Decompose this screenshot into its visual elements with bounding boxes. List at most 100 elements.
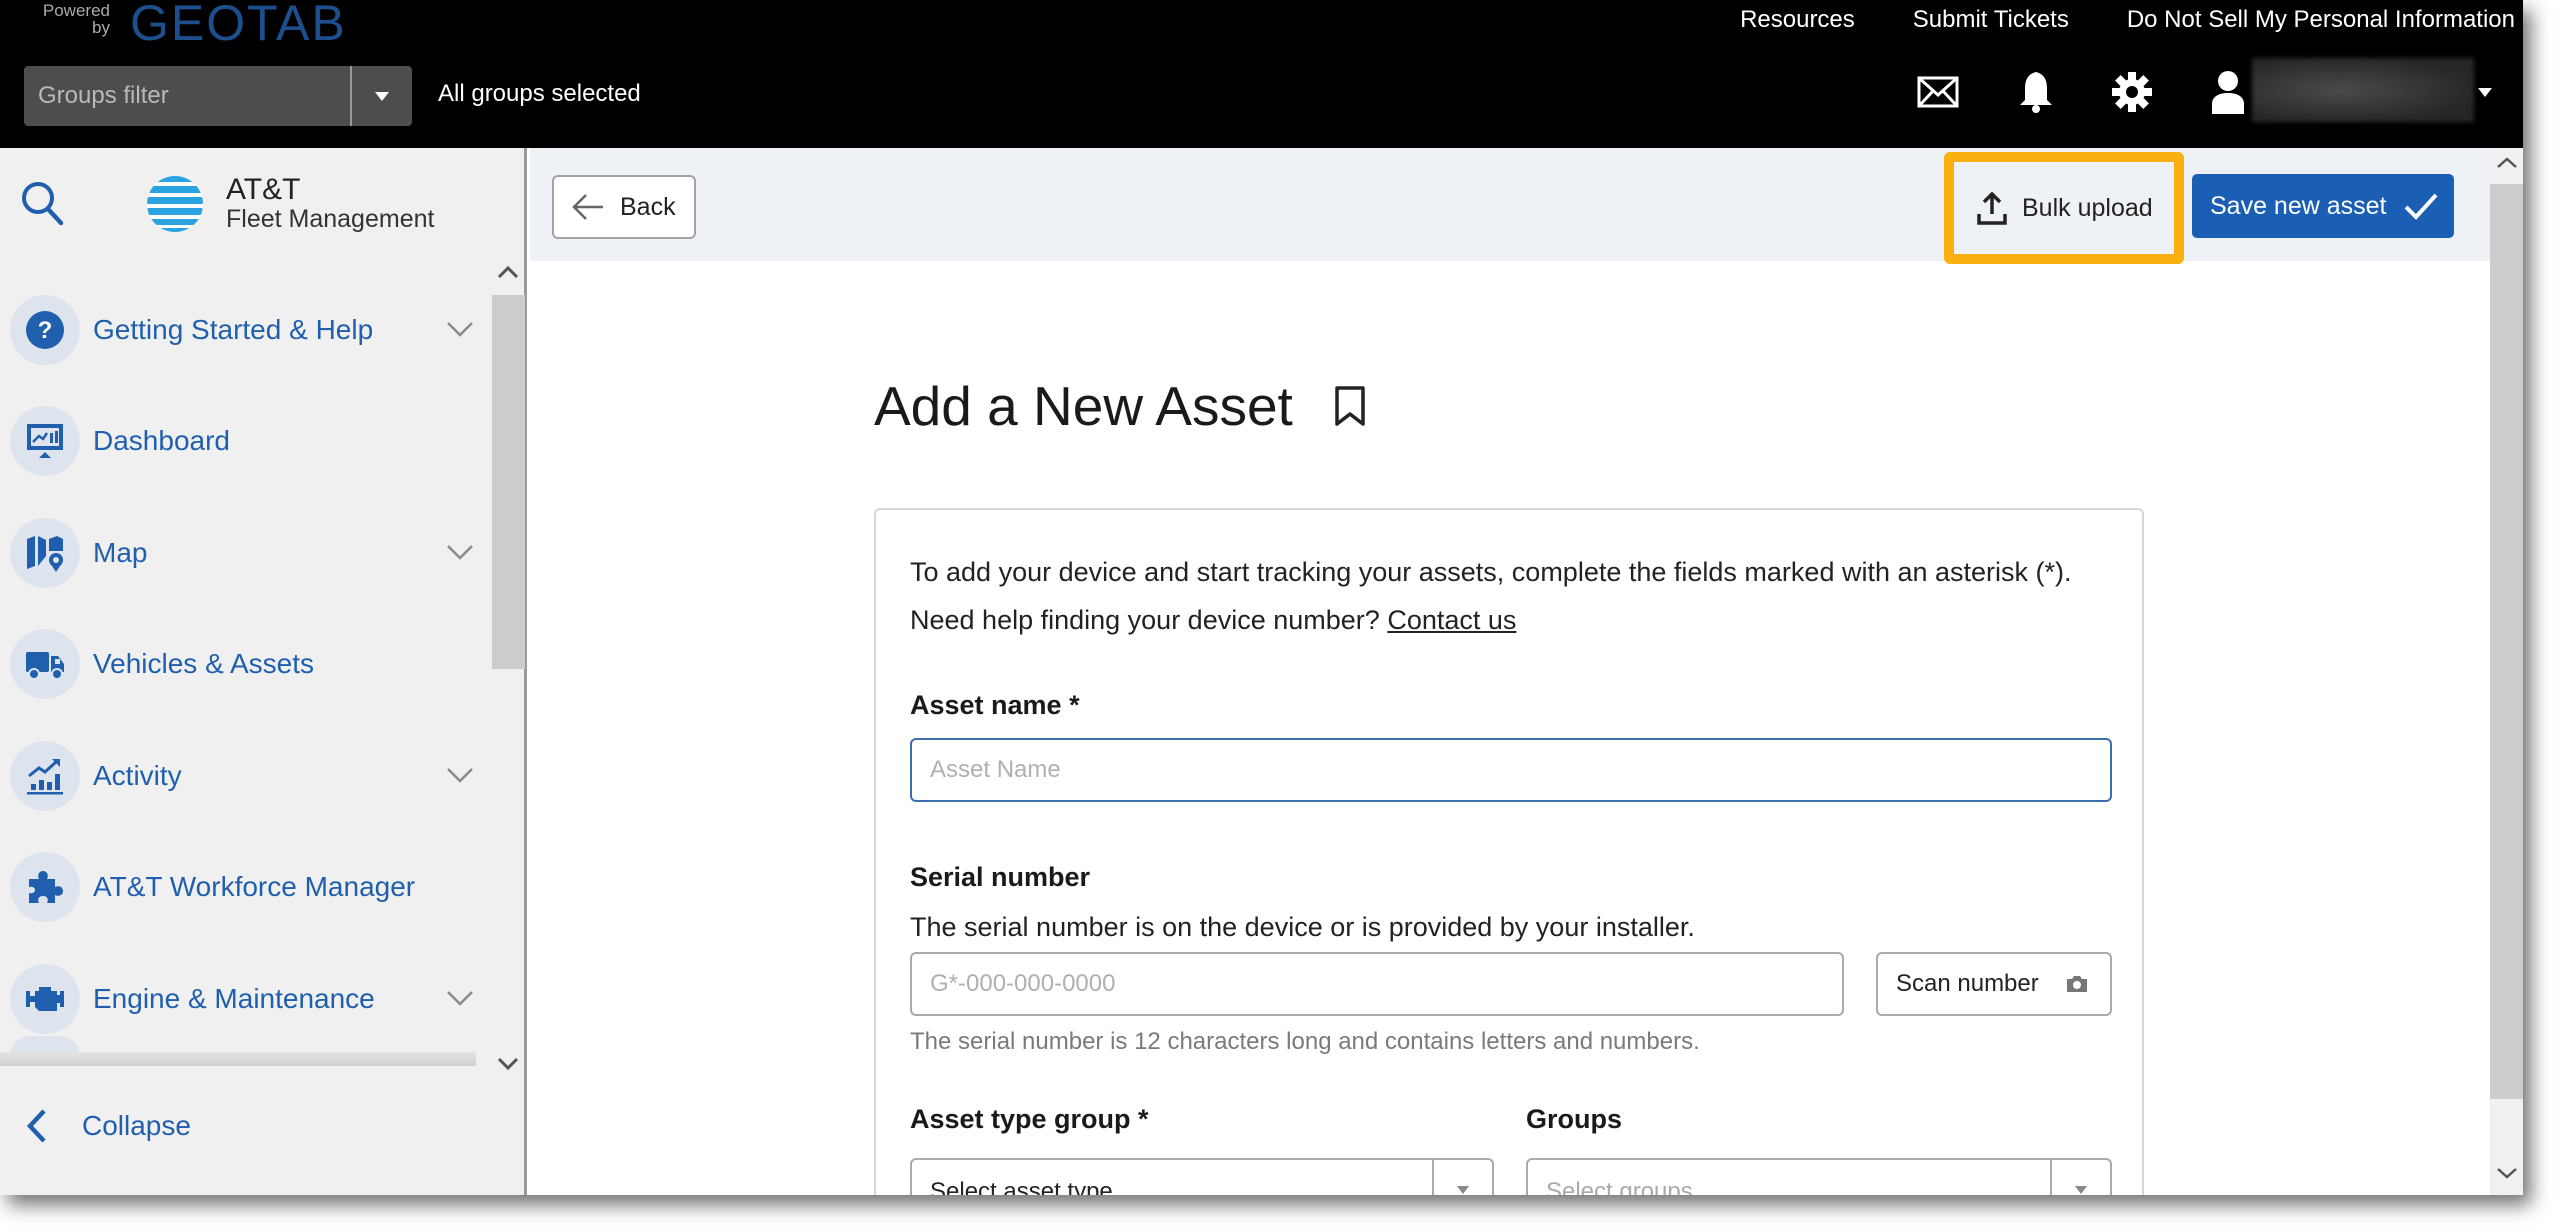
sidebar-item-label: Dashboard xyxy=(93,425,230,457)
sidebar: AT&T Fleet Management ? Getting Started … xyxy=(0,148,527,1195)
bulk-upload-button[interactable]: Bulk upload xyxy=(1966,176,2162,240)
sidebar-item-engine-maintenance[interactable]: Engine & Maintenance xyxy=(10,943,480,1055)
groups-label: Groups xyxy=(1526,1104,1623,1134)
intro-line-2: Need help finding your device number? xyxy=(910,605,1380,635)
asset-name-label: Asset name * xyxy=(910,690,1080,720)
bell-icon[interactable] xyxy=(2014,70,2058,114)
arrow-left-icon xyxy=(572,194,603,220)
svg-text:?: ? xyxy=(38,317,53,344)
serial-number-label: Serial number xyxy=(910,862,1091,892)
sidebar-item-label: Vehicles & Assets xyxy=(93,648,315,680)
truck-icon xyxy=(26,652,64,681)
intro-text: To add your device and start tracking yo… xyxy=(910,548,2072,644)
collapse-label: Collapse xyxy=(82,1110,191,1141)
sidebar-item-label: AT&T Workforce Manager xyxy=(93,871,416,903)
groups-filter[interactable]: Groups filter xyxy=(24,66,412,126)
app-window: Powered by GEOTAB Resources Submit Ticke… xyxy=(0,0,2523,1195)
mail-icon[interactable] xyxy=(1916,70,1960,114)
upload-icon xyxy=(1977,191,2007,225)
asset-type-value: Select asset type xyxy=(930,1178,1113,1195)
sidebar-item-dashboard[interactable]: Dashboard xyxy=(10,386,480,498)
caret-down-icon xyxy=(375,91,389,101)
caret-down-icon xyxy=(2075,1186,2087,1194)
sidebar-item-label: Map xyxy=(93,536,148,568)
att-fleet-logo: AT&T Fleet Management xyxy=(146,174,434,234)
camera-icon xyxy=(2066,976,2087,992)
asset-type-select[interactable]: Select asset type xyxy=(910,1158,1494,1195)
sidebar-item-workforce-manager[interactable]: AT&T Workforce Manager xyxy=(10,832,480,944)
intro-line-1: To add your device and start tracking yo… xyxy=(910,557,2072,587)
back-label: Back xyxy=(620,192,676,221)
caret-down-icon xyxy=(1457,1186,1469,1194)
contact-us-link[interactable]: Contact us xyxy=(1387,605,1516,635)
scan-number-label: Scan number xyxy=(1896,970,2039,997)
sidebar-nav: ? Getting Started & Help Dashboard Map V… xyxy=(10,274,480,1055)
chevron-down-icon[interactable] xyxy=(446,543,474,561)
page-toolbar: Back Bulk upload Save new asset xyxy=(530,148,2490,264)
asset-type-dropdown-button[interactable] xyxy=(1432,1160,1492,1195)
chevron-down-icon[interactable] xyxy=(446,766,474,784)
nav-divider xyxy=(0,1052,476,1066)
page-title-row: Add a New Asset xyxy=(874,374,1367,438)
powered-by-label: Powered by xyxy=(42,1,110,37)
top-header: Powered by GEOTAB Resources Submit Ticke… xyxy=(0,0,2523,148)
sidebar-scroll-up-icon[interactable] xyxy=(496,264,520,285)
sidebar-item-activity[interactable]: Activity xyxy=(10,720,480,832)
save-label: Save new asset xyxy=(2210,191,2387,220)
do-not-sell-link[interactable]: Do Not Sell My Personal Information xyxy=(2127,6,2515,34)
groups-dropdown-button[interactable] xyxy=(2050,1160,2110,1195)
check-icon xyxy=(2404,193,2437,220)
back-button[interactable]: Back xyxy=(552,175,696,239)
groups-status: All groups selected xyxy=(438,80,641,107)
engine-icon xyxy=(26,986,64,1011)
resources-link[interactable]: Resources xyxy=(1740,6,1855,34)
main-scrollbar-thumb[interactable] xyxy=(2490,184,2523,1099)
dashboard-icon xyxy=(27,424,63,459)
sidebar-scroll-down-icon[interactable] xyxy=(496,1056,520,1077)
submit-tickets-link[interactable]: Submit Tickets xyxy=(1913,6,2069,34)
asset-form-card: To add your device and start tracking yo… xyxy=(874,508,2144,1195)
asset-name-input[interactable] xyxy=(910,738,2112,802)
top-links: Resources Submit Tickets Do Not Sell My … xyxy=(1740,6,2515,34)
sidebar-item-getting-started[interactable]: ? Getting Started & Help xyxy=(10,274,480,386)
chevron-down-icon[interactable] xyxy=(446,320,474,338)
main-content: Back Bulk upload Save new asset Add a Ne… xyxy=(530,148,2523,1195)
user-menu-caret-icon[interactable] xyxy=(2478,88,2492,97)
logo-fleet-management: Fleet Management xyxy=(226,205,435,233)
bulk-upload-label: Bulk upload xyxy=(2022,193,2153,222)
scan-number-button[interactable]: Scan number xyxy=(1876,952,2112,1016)
sidebar-item-map[interactable]: Map xyxy=(10,497,480,609)
user-icon[interactable] xyxy=(2206,70,2250,114)
chevron-left-icon xyxy=(26,1109,46,1143)
serial-number-help: The serial number is on the device or is… xyxy=(910,912,1695,942)
groups-placeholder: Select groups xyxy=(1546,1178,1693,1195)
bookmark-icon[interactable] xyxy=(1333,384,1367,428)
help-icon: ? xyxy=(26,310,64,349)
groups-select[interactable]: Select groups xyxy=(1526,1158,2112,1195)
gear-icon[interactable] xyxy=(2110,70,2154,114)
search-icon[interactable] xyxy=(20,180,64,231)
sidebar-item-label: Getting Started & Help xyxy=(93,313,374,345)
groups-filter-dropdown-button[interactable] xyxy=(350,66,412,126)
save-new-asset-button[interactable]: Save new asset xyxy=(2192,174,2454,238)
chevron-down-icon[interactable] xyxy=(446,989,474,1007)
main-scroll-up-icon[interactable] xyxy=(2496,156,2518,175)
sidebar-item-label: Engine & Maintenance xyxy=(93,982,375,1014)
serial-number-hint: The serial number is 12 characters long … xyxy=(910,1028,1700,1055)
groups-filter-input[interactable]: Groups filter xyxy=(24,66,350,126)
serial-number-input[interactable] xyxy=(910,952,1844,1016)
user-name-redacted[interactable] xyxy=(2252,58,2474,122)
main-scroll-down-icon[interactable] xyxy=(2496,1166,2518,1185)
att-globe-icon xyxy=(147,176,203,232)
puzzle-icon xyxy=(29,871,63,904)
sidebar-scrollbar-thumb[interactable] xyxy=(492,295,525,669)
activity-icon xyxy=(27,758,63,795)
sidebar-item-vehicles-assets[interactable]: Vehicles & Assets xyxy=(10,609,480,721)
asset-type-group-label: Asset type group * xyxy=(910,1104,1149,1134)
logo-att: AT&T xyxy=(226,173,301,206)
map-icon xyxy=(27,535,63,572)
sidebar-item-label: Activity xyxy=(93,759,182,791)
page-title: Add a New Asset xyxy=(874,375,1293,437)
collapse-button[interactable]: Collapse xyxy=(24,1108,191,1144)
geotab-logo: GEOTAB xyxy=(130,0,347,51)
